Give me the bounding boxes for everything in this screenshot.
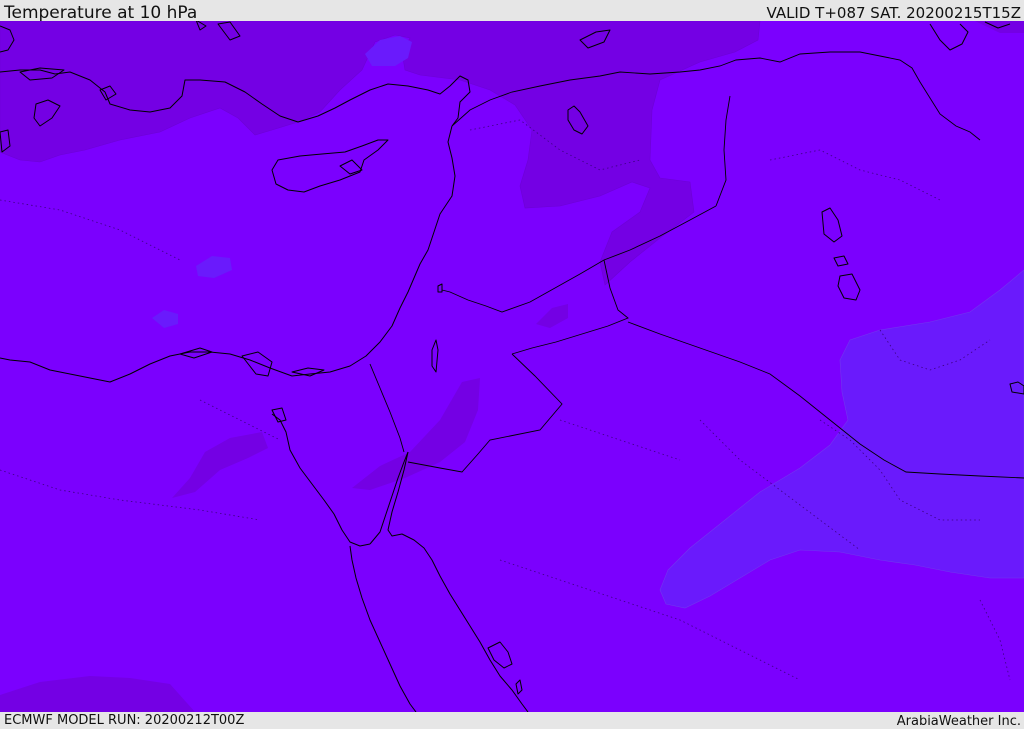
map-product: Temperature at 10 hPa VALID T+087 SAT. 2… bbox=[0, 0, 1024, 729]
map-title: Temperature at 10 hPa bbox=[4, 3, 198, 23]
map-area bbox=[0, 21, 1024, 712]
footer-bar: ECMWF MODEL RUN: 20200212T00Z ArabiaWeat… bbox=[0, 712, 1024, 729]
header-bar: Temperature at 10 hPa VALID T+087 SAT. 2… bbox=[0, 0, 1024, 23]
model-run-label: ECMWF MODEL RUN: 20200212T00Z bbox=[4, 713, 245, 728]
map-canvas bbox=[0, 21, 1024, 712]
valid-time: VALID T+087 SAT. 20200215T15Z bbox=[766, 4, 1021, 22]
credit-label: ArabiaWeather Inc. bbox=[896, 714, 1021, 729]
